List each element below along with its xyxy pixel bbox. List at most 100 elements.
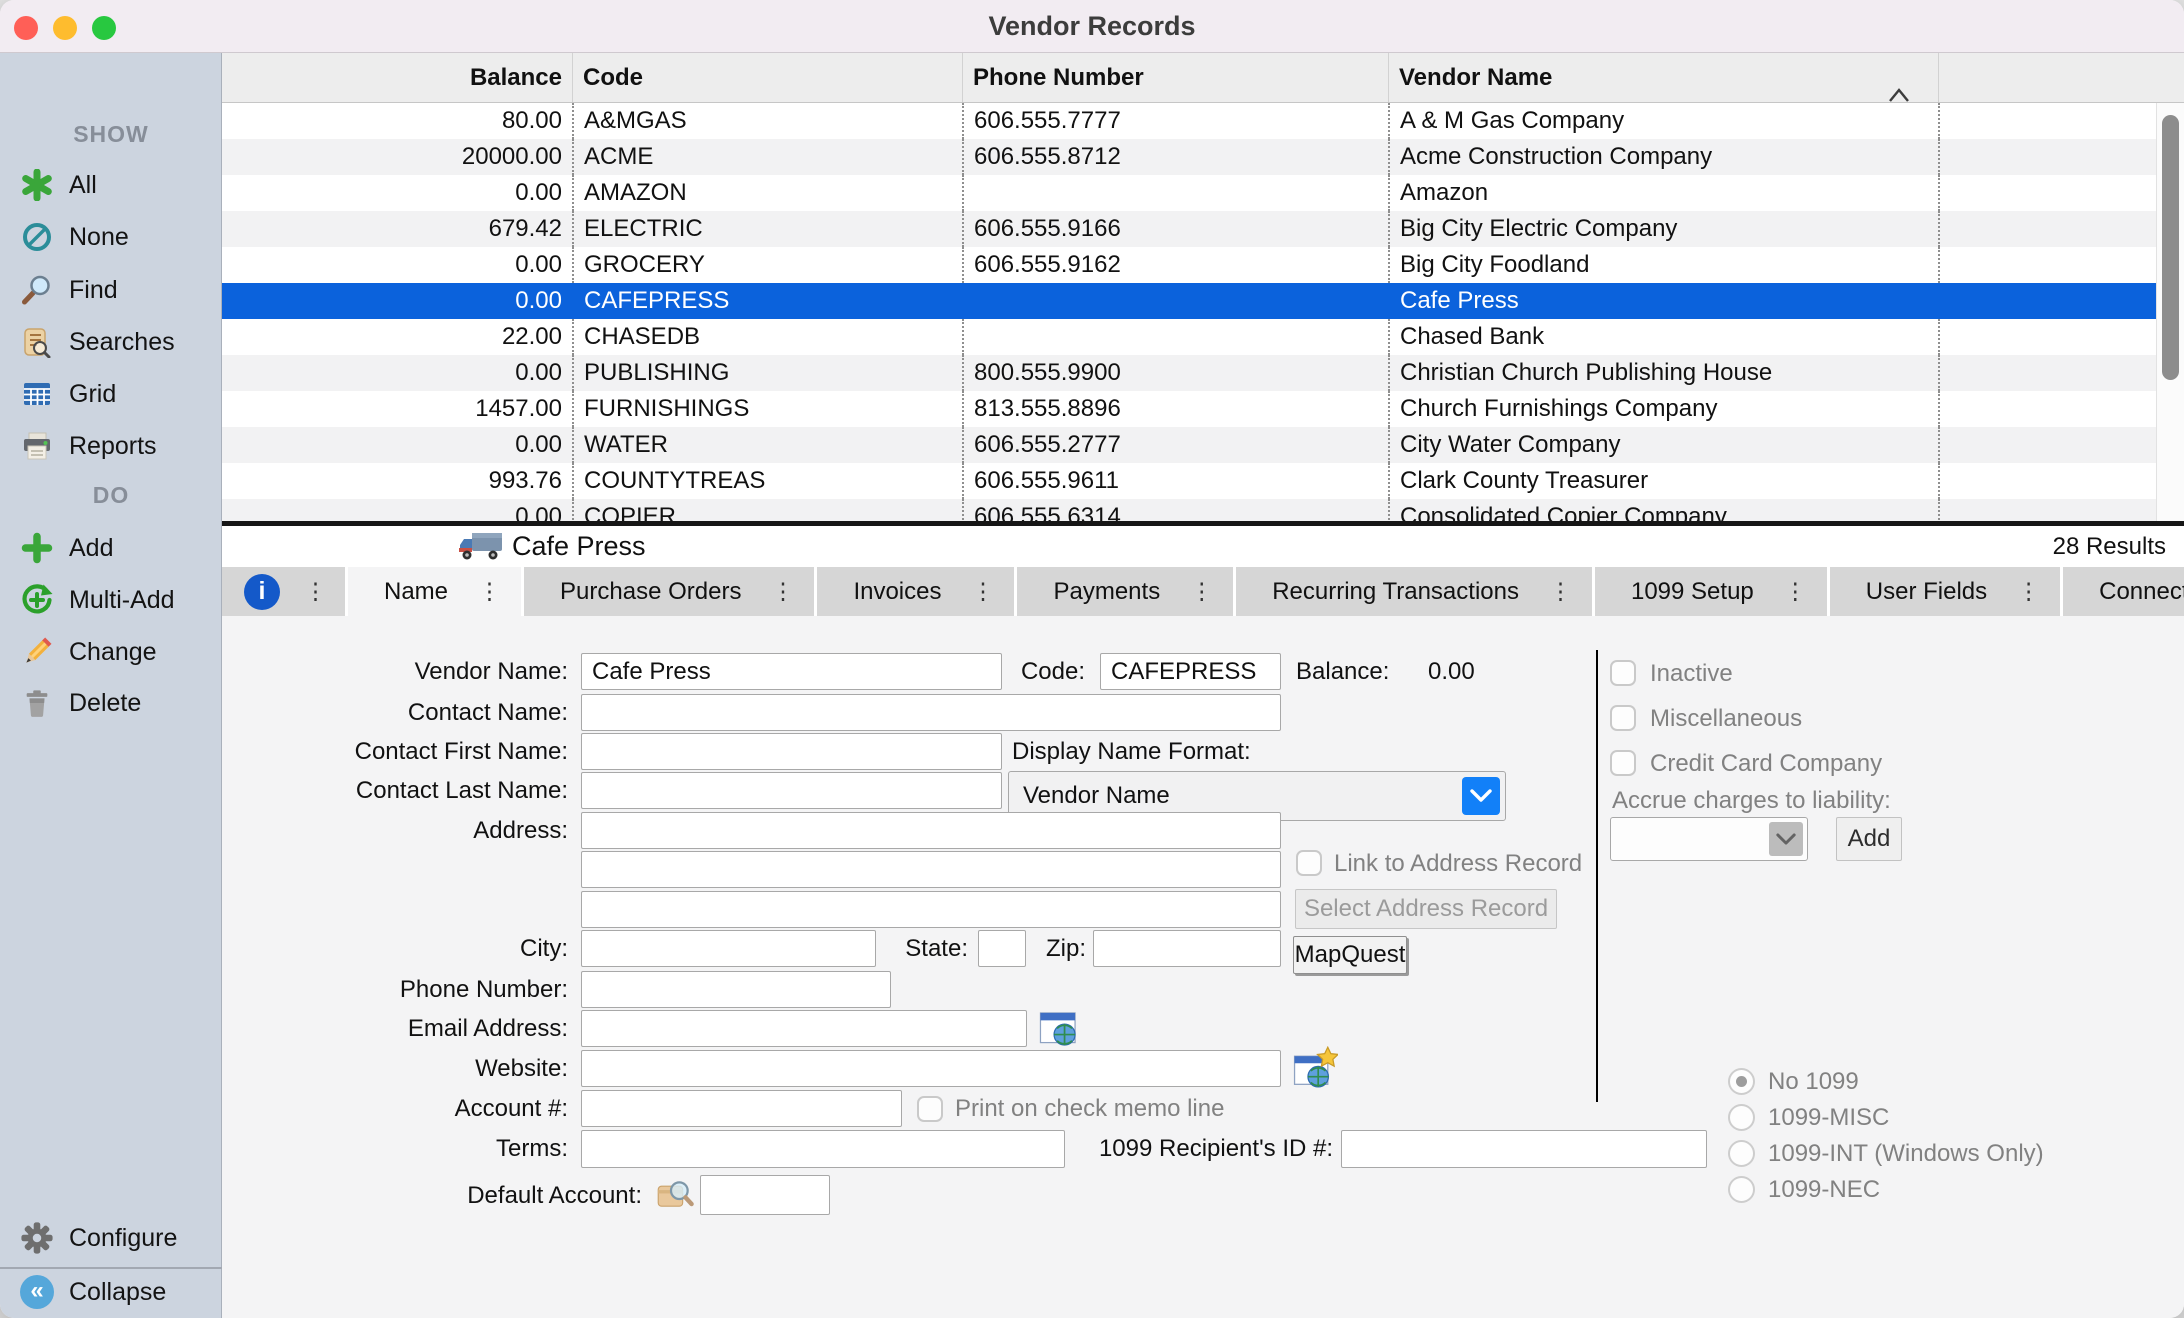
table-row[interactable]: 0.00CAFEPRESSCafe Press — [222, 283, 2156, 319]
code-field[interactable] — [1100, 653, 1281, 690]
table-row[interactable]: 0.00PUBLISHING800.555.9900Christian Chur… — [222, 355, 2156, 391]
table-row[interactable]: 0.00WATER606.555.2777City Water Company — [222, 427, 2156, 463]
credit-card-company-checkbox[interactable] — [1610, 750, 1636, 776]
sidebar-item-collapse[interactable]: « Collapse — [20, 1272, 216, 1312]
scrollbar-thumb[interactable] — [2162, 115, 2179, 380]
default-account-field[interactable] — [700, 1175, 830, 1215]
no-1099-radio[interactable] — [1728, 1068, 1755, 1095]
sidebar-item-label: Configure — [69, 1224, 177, 1253]
contact-first-name-field[interactable] — [581, 733, 1002, 770]
tab-menu-dots[interactable]: ⋮ — [1784, 578, 1807, 605]
tab-connections[interactable]: Connections⋮ — [2060, 567, 2184, 616]
recipient-id-field[interactable] — [1341, 1130, 1707, 1168]
table-row[interactable]: 20000.00ACME606.555.8712Acme Constructio… — [222, 139, 2156, 175]
cell-phone: 606.555.6314 — [962, 499, 1388, 521]
vertical-scrollbar[interactable] — [2156, 103, 2184, 521]
phone-number-field[interactable] — [581, 971, 891, 1008]
tab-menu-dots[interactable]: ⋮ — [771, 578, 794, 605]
link-to-address-label: Link to Address Record — [1334, 845, 1582, 882]
sidebar-item-delete[interactable]: Delete — [20, 683, 216, 723]
vendor-name-field[interactable] — [581, 653, 1002, 690]
table-row[interactable]: 1457.00FURNISHINGS813.555.8896Church Fur… — [222, 391, 2156, 427]
cell-extra — [1938, 463, 2156, 499]
contact-name-field[interactable] — [581, 694, 1281, 731]
sidebar-item-none[interactable]: None — [20, 217, 216, 257]
column-header-balance[interactable]: Balance — [222, 53, 572, 102]
tab-menu-dots[interactable]: ⋮ — [971, 578, 994, 605]
sidebar-item-searches[interactable]: Searches — [20, 322, 216, 362]
terms-field[interactable] — [581, 1130, 1065, 1168]
cell-balance: 679.42 — [222, 211, 572, 247]
select-address-record-button[interactable]: Select Address Record — [1295, 889, 1557, 929]
table-row[interactable]: 0.00AMAZONAmazon — [222, 175, 2156, 211]
column-header-phone[interactable]: Phone Number — [962, 53, 1388, 102]
cell-code: GROCERY — [572, 247, 962, 283]
column-header-code[interactable]: Code — [572, 53, 962, 102]
tab-recurring-transactions[interactable]: Recurring Transactions⋮ — [1233, 567, 1592, 616]
cell-vendor: Cafe Press — [1388, 283, 1938, 319]
1099-misc-radio[interactable] — [1728, 1104, 1755, 1131]
window-title: Vendor Records — [0, 0, 2184, 53]
tab-purchase-orders[interactable]: Purchase Orders⋮ — [521, 567, 814, 616]
table-row[interactable]: 0.00COPIER606.555.6314Consolidated Copie… — [222, 499, 2156, 521]
cell-extra — [1938, 211, 2156, 247]
website-field[interactable] — [581, 1050, 1281, 1087]
cell-vendor: A & M Gas Company — [1388, 103, 1938, 139]
accrue-liability-select[interactable] — [1610, 817, 1808, 861]
address-line1-field[interactable] — [581, 812, 1281, 849]
1099-int-radio[interactable] — [1728, 1140, 1755, 1167]
sidebar-item-label: Reports — [69, 432, 157, 461]
email-address-field[interactable] — [581, 1010, 1027, 1047]
link-to-address-checkbox[interactable] — [1296, 850, 1322, 876]
account-number-field[interactable] — [581, 1090, 902, 1127]
tab-info[interactable]: i ⋮ — [222, 567, 345, 616]
zip-field[interactable] — [1093, 930, 1281, 967]
address-line3-field[interactable] — [581, 891, 1281, 928]
tab-menu-dots[interactable]: ⋮ — [2017, 578, 2040, 605]
tab-payments[interactable]: Payments ⋮ — [1014, 567, 1233, 616]
table-row[interactable]: 80.00A&MGAS606.555.7777A & M Gas Company — [222, 103, 2156, 139]
sidebar-item-find[interactable]: Find — [20, 270, 216, 310]
email-window-icon[interactable] — [1038, 1008, 1080, 1055]
recipient-id-label: 1099 Recipient's ID #: — [1040, 1130, 1333, 1167]
city-field[interactable] — [581, 930, 876, 967]
cell-phone: 606.555.8712 — [962, 139, 1388, 175]
cell-balance: 80.00 — [222, 103, 572, 139]
tab-invoices[interactable]: Invoices⋮ — [814, 567, 1014, 616]
sidebar-item-all[interactable]: All — [20, 165, 216, 205]
sidebar-item-multi-add[interactable]: Multi-Add — [20, 580, 216, 620]
sidebar-item-configure[interactable]: Configure — [20, 1218, 216, 1258]
book-magnifier-icon[interactable] — [656, 1178, 696, 1215]
chevron-down-icon[interactable] — [1769, 822, 1803, 856]
mapquest-button[interactable]: MapQuest — [1293, 936, 1407, 974]
accrue-add-button[interactable]: Add — [1836, 817, 1902, 861]
sidebar-item-grid[interactable]: Grid — [20, 374, 216, 414]
sidebar-item-reports[interactable]: Reports — [20, 426, 216, 466]
website-window-icon[interactable] — [1292, 1046, 1338, 1097]
table-row[interactable]: 993.76COUNTYTREAS606.555.9611Clark Count… — [222, 463, 2156, 499]
tab-1099-setup[interactable]: 1099 Setup⋮ — [1592, 567, 1827, 616]
tab-user-fields[interactable]: User Fields⋮ — [1827, 567, 2060, 616]
tab-name[interactable]: Name⋮ — [345, 567, 521, 616]
contact-last-name-field[interactable] — [581, 772, 1002, 809]
sidebar-item-label: Change — [69, 638, 157, 667]
collapse-chevrons-icon: « — [20, 1275, 54, 1309]
tab-menu-dots[interactable]: ⋮ — [304, 578, 327, 605]
chevron-down-icon[interactable] — [1462, 777, 1500, 815]
inactive-checkbox[interactable] — [1610, 660, 1636, 686]
tab-menu-dots[interactable]: ⋮ — [1190, 578, 1213, 605]
table-row[interactable]: 0.00GROCERY606.555.9162Big City Foodland — [222, 247, 2156, 283]
address-line2-field[interactable] — [581, 851, 1281, 888]
tab-label: Payments — [1053, 578, 1160, 606]
tab-menu-dots[interactable]: ⋮ — [1549, 578, 1572, 605]
sidebar-item-add[interactable]: Add — [20, 528, 216, 568]
miscellaneous-checkbox[interactable] — [1610, 705, 1636, 731]
table-row[interactable]: 22.00CHASEDBChased Bank — [222, 319, 2156, 355]
tab-menu-dots[interactable]: ⋮ — [478, 578, 501, 605]
1099-nec-radio[interactable] — [1728, 1176, 1755, 1203]
table-row[interactable]: 679.42ELECTRIC606.555.9166Big City Elect… — [222, 211, 2156, 247]
column-header-vendor-name[interactable]: Vendor Name — [1388, 53, 1938, 102]
print-on-check-memo-checkbox[interactable] — [917, 1096, 943, 1122]
state-field[interactable] — [978, 930, 1026, 967]
sidebar-item-change[interactable]: Change — [20, 632, 216, 672]
